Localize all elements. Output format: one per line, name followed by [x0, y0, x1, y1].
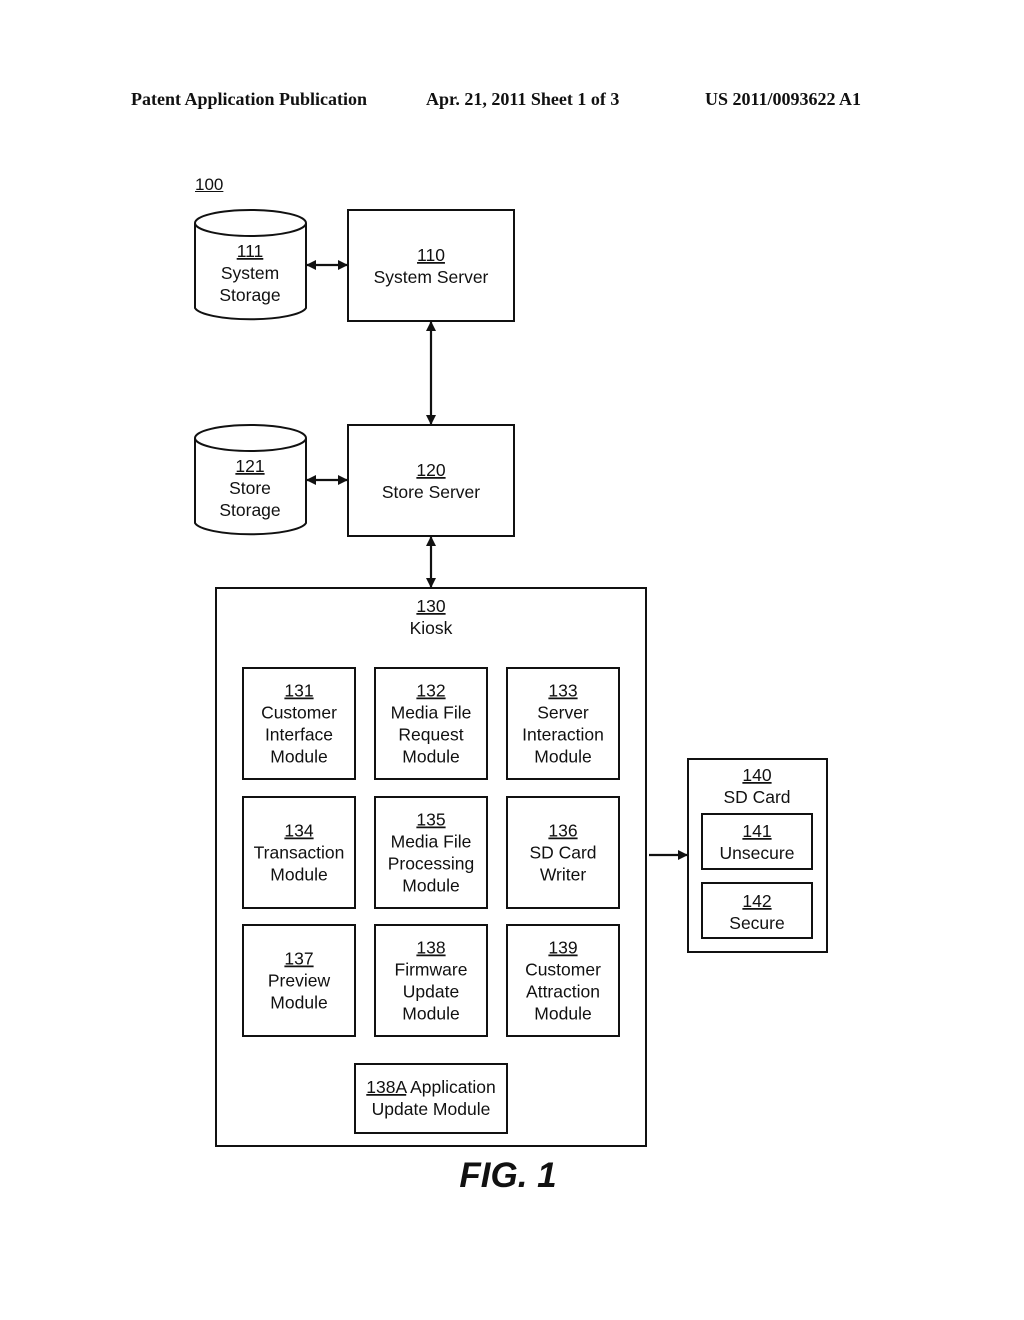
- node-ref: 140: [742, 765, 771, 785]
- module-label: Module: [270, 993, 327, 1013]
- secure-partition: 142 Secure: [701, 882, 813, 939]
- node-label: Storage: [219, 500, 280, 520]
- kiosk-module-138: 138FirmwareUpdateModule: [374, 924, 488, 1037]
- module-label: Module: [402, 747, 459, 767]
- figure-caption: FIG. 1: [459, 1156, 556, 1195]
- kiosk-module-136: 136SD CardWriter: [506, 796, 620, 909]
- module-label: Server: [537, 703, 589, 723]
- node-box: [347, 209, 515, 322]
- module-ref: 136: [548, 821, 577, 841]
- application-update-module: 138A Application Update Module: [354, 1063, 508, 1134]
- module-label: Customer: [525, 960, 601, 980]
- module-label: Interaction: [522, 725, 604, 745]
- store-storage-node: 121 Store Storage: [194, 424, 307, 536]
- kiosk-module-134: 134TransactionModule: [242, 796, 356, 909]
- node-ref: 120: [416, 460, 445, 480]
- unsecure-partition: 141 Unsecure: [701, 813, 813, 870]
- module-label: Writer: [540, 865, 587, 885]
- cylinder-top: [194, 209, 307, 237]
- block-diagram: 111 System Storage 110 System Server 121…: [194, 209, 828, 1195]
- module-label: 138A Application: [366, 1077, 495, 1097]
- system-storage-node: 111 System Storage: [194, 209, 307, 321]
- module-label-rest: Application: [410, 1077, 496, 1097]
- cylinder-top: [194, 424, 307, 452]
- node-label: System: [221, 263, 279, 283]
- module-label: Update Module: [372, 1099, 491, 1119]
- node-ref: 111: [237, 241, 264, 261]
- node-label: Store: [229, 478, 271, 498]
- node-ref: 121: [235, 456, 264, 476]
- node-label: System Server: [374, 267, 489, 287]
- module-label: Firmware: [395, 960, 468, 980]
- module-label: Module: [270, 865, 327, 885]
- store-server-node: 120 Store Server: [347, 424, 515, 537]
- module-label: Interface: [265, 725, 333, 745]
- module-ref: 132: [416, 681, 445, 701]
- kiosk-modules: 131CustomerInterfaceModule132Media FileR…: [242, 667, 620, 1037]
- node-label: Secure: [729, 913, 784, 933]
- module-ref: 137: [284, 949, 313, 969]
- system-server-node: 110 System Server: [347, 209, 515, 322]
- module-label: Processing: [388, 854, 475, 874]
- node-label: Storage: [219, 285, 280, 305]
- module-label: Transaction: [254, 843, 345, 863]
- module-ref: 135: [416, 810, 445, 830]
- module-label: Module: [402, 1004, 459, 1024]
- module-label: Module: [534, 747, 591, 767]
- module-label: Media File: [391, 832, 472, 852]
- module-label: Update: [403, 982, 459, 1002]
- node-label: Store Server: [382, 482, 480, 502]
- node-ref: 130: [416, 596, 445, 616]
- module-label: Module: [402, 876, 459, 896]
- module-label: Preview: [268, 971, 331, 991]
- module-ref: 134: [284, 821, 313, 841]
- kiosk-module-133: 133ServerInteractionModule: [506, 667, 620, 780]
- kiosk-module-135: 135Media FileProcessingModule: [374, 796, 488, 909]
- node-ref: 110: [417, 245, 445, 265]
- module-label: Request: [398, 725, 463, 745]
- module-label: Attraction: [526, 982, 600, 1002]
- node-label: Kiosk: [410, 618, 453, 638]
- module-label: Module: [534, 1004, 591, 1024]
- module-ref: 138: [416, 938, 445, 958]
- module-ref: 139: [548, 938, 577, 958]
- module-label: SD Card: [529, 843, 596, 863]
- module-label: Module: [270, 747, 327, 767]
- module-ref: 131: [284, 681, 313, 701]
- module-ref: 138A: [366, 1077, 407, 1097]
- node-label: Unsecure: [720, 843, 795, 863]
- module-label: Customer: [261, 703, 337, 723]
- node-ref: 142: [742, 891, 771, 911]
- node-box: [347, 424, 515, 537]
- node-ref: 141: [742, 821, 771, 841]
- kiosk-module-139: 139CustomerAttractionModule: [506, 924, 620, 1037]
- node-label: SD Card: [723, 787, 790, 807]
- module-ref: 133: [548, 681, 577, 701]
- module-label: Media File: [391, 703, 472, 723]
- kiosk-module-131: 131CustomerInterfaceModule: [242, 667, 356, 780]
- kiosk-module-137: 137PreviewModule: [242, 924, 356, 1037]
- kiosk-module-132: 132Media FileRequestModule: [374, 667, 488, 780]
